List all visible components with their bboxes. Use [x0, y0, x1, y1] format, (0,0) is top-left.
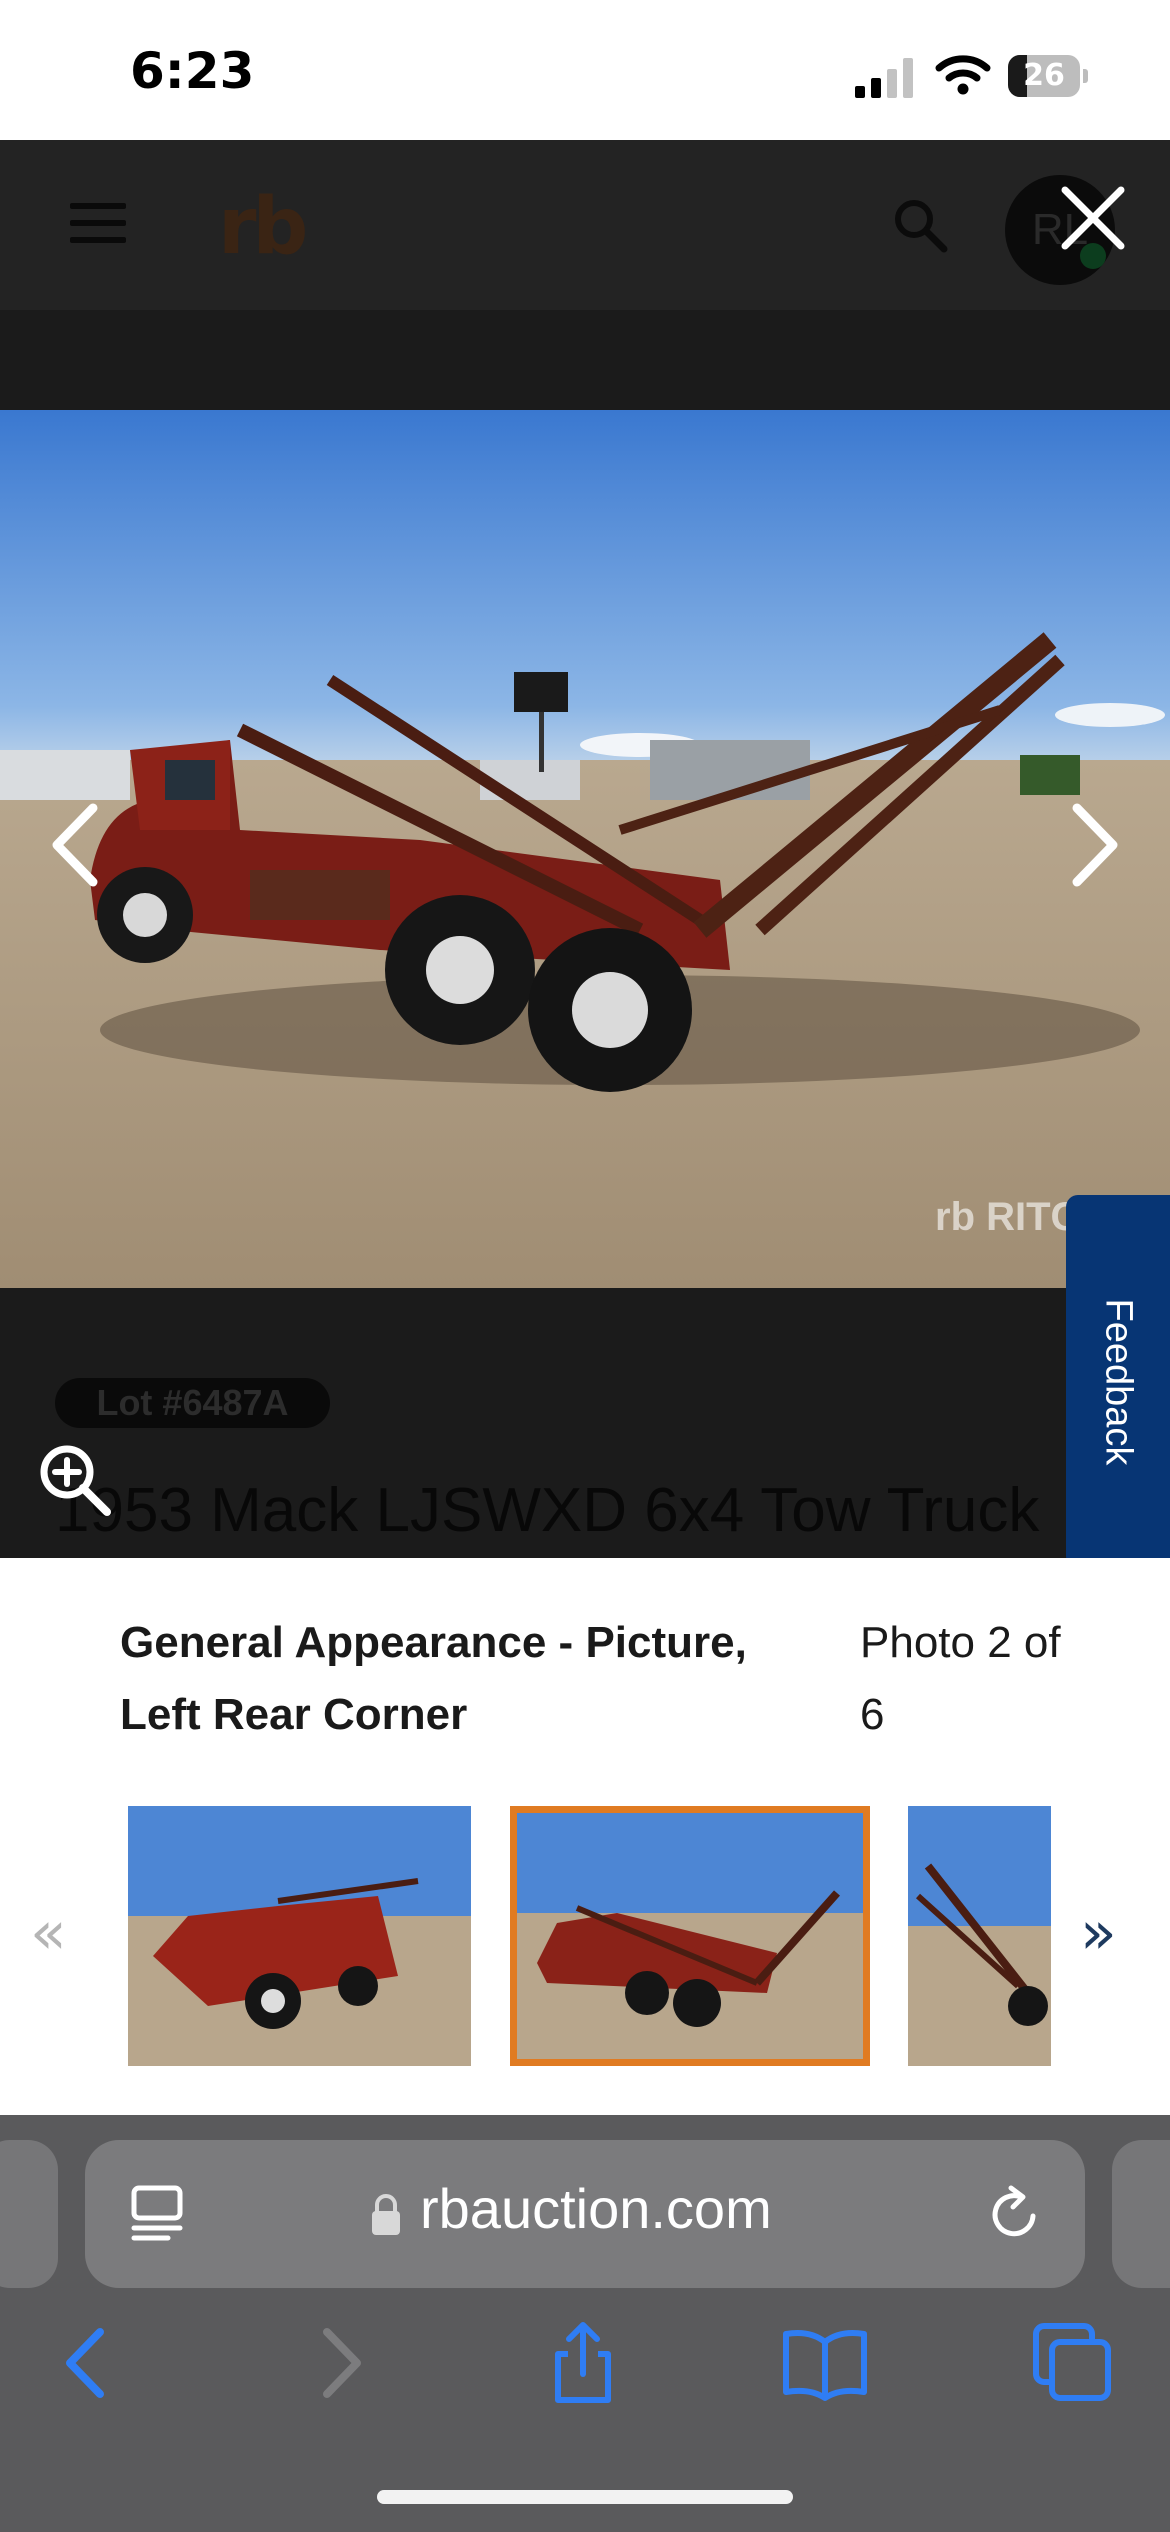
reader-icon[interactable]	[128, 2182, 188, 2244]
url-text: rbauction.com	[420, 2177, 772, 2240]
cellular-signal-icon	[855, 58, 913, 98]
hamburger-icon[interactable]	[70, 203, 126, 243]
thumbnail[interactable]	[128, 1806, 471, 2066]
tabs-icon[interactable]	[1028, 2322, 1118, 2404]
thumbnail[interactable]	[908, 1806, 1051, 2066]
wifi-icon	[935, 55, 991, 95]
main-photo[interactable]: rb RITCHIE	[0, 410, 1170, 1288]
next-tab-preview[interactable]	[1112, 2140, 1170, 2288]
photo-counter: Photo 2 of 6	[860, 1618, 1061, 1739]
search-icon[interactable]	[890, 195, 950, 255]
listing-title: 1953 Mack LJSWXD 6x4 Tow Truck	[55, 1476, 1040, 1545]
feedback-label: Feedback	[1097, 1298, 1140, 1466]
share-icon[interactable]	[538, 2322, 628, 2404]
header-band	[0, 310, 1170, 410]
back-icon[interactable]	[42, 2322, 132, 2404]
home-indicator[interactable]	[377, 2490, 793, 2504]
lock-icon	[372, 2194, 400, 2235]
chevron-right-icon[interactable]	[1065, 800, 1125, 890]
chevron-left-icon[interactable]	[45, 800, 105, 890]
zoom-in-icon[interactable]	[35, 1440, 115, 1520]
rb-logo[interactable]: rb	[218, 182, 308, 272]
previous-tab-preview[interactable]	[0, 2140, 58, 2288]
thumbnail-selected[interactable]	[510, 1806, 870, 2066]
status-time: 6:23	[130, 42, 255, 100]
battery-percent: 26	[1023, 58, 1065, 93]
battery-icon: 26	[1008, 55, 1088, 97]
thumbnails-next-button[interactable]: »	[1080, 1898, 1117, 1968]
close-icon[interactable]	[1055, 180, 1131, 256]
site-header	[0, 140, 1170, 310]
lot-badge: Lot #6487A	[55, 1378, 330, 1428]
forward-icon[interactable]	[295, 2322, 385, 2404]
photo-caption: General Appearance - Picture, Left Rear …	[120, 1618, 747, 1739]
reload-icon[interactable]	[985, 2182, 1045, 2244]
bookmarks-icon[interactable]	[780, 2322, 870, 2404]
thumbnails-prev-button[interactable]: «	[30, 1898, 67, 1968]
